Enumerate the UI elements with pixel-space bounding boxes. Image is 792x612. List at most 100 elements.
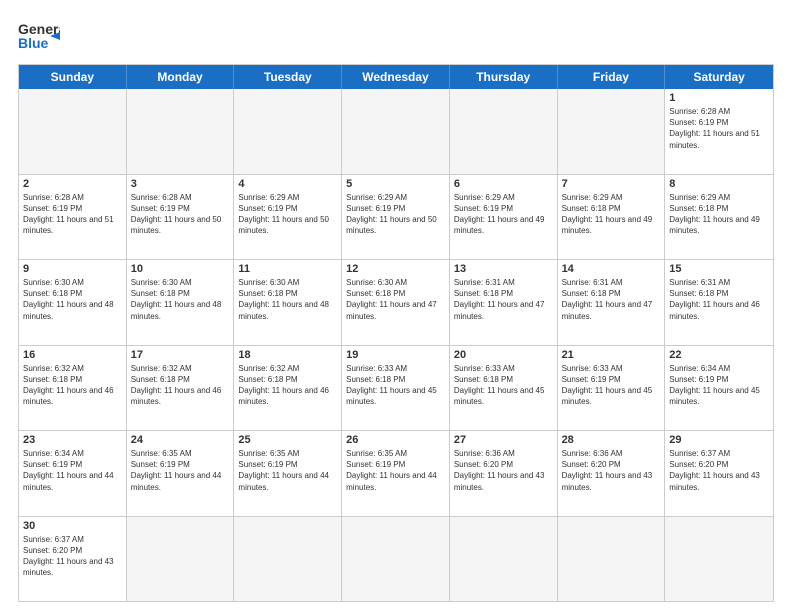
day-info: Sunrise: 6:30 AMSunset: 6:18 PMDaylight:… [23,277,122,322]
calendar-row: 30Sunrise: 6:37 AMSunset: 6:20 PMDayligh… [19,516,773,602]
calendar-cell: 19 Sunrise: 6:33 AMSunset: 6:18 PMDayligh… [342,346,450,431]
day-number: 8 [669,178,769,190]
calendar-cell: 24Sunrise: 6:35 AMSunset: 6:19 PMDayligh… [127,431,235,516]
day-info: Sunrise: 6:34 AMSunset: 6:19 PMDaylight:… [23,448,122,493]
day-number: 25 [238,434,337,446]
calendar-cell: 29 Sunrise: 6:37 AMSunset: 6:20 PMDayligh… [665,431,773,516]
calendar-cell: 4 Sunrise: 6:29 AMSunset: 6:19 PMDaylight… [234,175,342,260]
calendar-cell: 11Sunrise: 6:30 AMSunset: 6:18 PMDayligh… [234,260,342,345]
day-info: Sunrise: 6:29 AMSunset: 6:18 PMDaylight:… [669,192,769,237]
weekday-header: Tuesday [234,65,342,89]
day-info: Sunrise: 6:30 AMSunset: 6:18 PMDaylight:… [238,277,337,322]
calendar-cell [665,517,773,602]
day-info: Sunrise: 6:30 AMSunset: 6:18 PMDaylight:… [131,277,230,322]
calendar-cell [450,517,558,602]
day-number: 29 [669,434,769,446]
calendar-cell: 21 Sunrise: 6:33 AMSunset: 6:19 PMDayligh… [558,346,666,431]
day-info: Sunrise: 6:35 AMSunset: 6:19 PMDaylight:… [131,448,230,493]
day-info: Sunrise: 6:37 AMSunset: 6:20 PMDaylight:… [669,448,769,493]
calendar-cell [19,89,127,174]
day-info: Sunrise: 6:28 AMSunset: 6:19 PMDaylight:… [131,192,230,237]
weekday-header: Thursday [450,65,558,89]
calendar-cell [127,517,235,602]
day-number: 12 [346,263,445,275]
calendar-cell: 7 Sunrise: 6:29 AMSunset: 6:18 PMDaylight… [558,175,666,260]
day-info: Sunrise: 6:32 AMSunset: 6:18 PMDaylight:… [23,363,122,408]
calendar-cell: 17Sunrise: 6:32 AMSunset: 6:18 PMDayligh… [127,346,235,431]
day-number: 27 [454,434,553,446]
calendar-cell [234,517,342,602]
day-info: Sunrise: 6:35 AMSunset: 6:19 PMDaylight:… [238,448,337,493]
day-number: 9 [23,263,122,275]
day-number: 6 [454,178,553,190]
day-number: 15 [669,263,769,275]
day-info: Sunrise: 6:28 AMSunset: 6:19 PMDaylight:… [23,192,122,237]
day-info: Sunrise: 6:29 AMSunset: 6:19 PMDaylight:… [238,192,337,237]
day-number: 14 [562,263,661,275]
day-number: 13 [454,263,553,275]
svg-text:Blue: Blue [18,35,49,51]
calendar-cell: 22 Sunrise: 6:34 AMSunset: 6:19 PMDayligh… [665,346,773,431]
calendar-cell: 20Sunrise: 6:33 AMSunset: 6:18 PMDayligh… [450,346,558,431]
day-number: 1 [669,92,769,104]
day-number: 30 [23,520,122,532]
calendar-cell: 14 Sunrise: 6:31 AMSunset: 6:18 PMDayligh… [558,260,666,345]
weekday-header: Friday [558,65,666,89]
day-number: 20 [454,349,553,361]
calendar-header: SundayMondayTuesdayWednesdayThursdayFrid… [19,65,773,89]
day-info: Sunrise: 6:28 AMSunset: 6:19 PMDaylight:… [669,106,769,151]
logo-icon: General Blue [18,18,60,54]
calendar-cell [558,517,666,602]
calendar-cell [342,89,450,174]
day-info: Sunrise: 6:29 AMSunset: 6:19 PMDaylight:… [346,192,445,237]
day-info: Sunrise: 6:31 AMSunset: 6:18 PMDaylight:… [454,277,553,322]
calendar-cell: 10 Sunrise: 6:30 AMSunset: 6:18 PMDayligh… [127,260,235,345]
day-number: 7 [562,178,661,190]
day-number: 28 [562,434,661,446]
day-info: Sunrise: 6:31 AMSunset: 6:18 PMDaylight:… [669,277,769,322]
calendar-row: 1 Sunrise: 6:28 AMSunset: 6:19 PMDaylight… [19,89,773,174]
calendar-cell [450,89,558,174]
calendar-row: 23 Sunrise: 6:34 AMSunset: 6:19 PMDayligh… [19,430,773,516]
weekday-header: Monday [127,65,235,89]
calendar-cell [558,89,666,174]
calendar-cell: 12Sunrise: 6:30 AMSunset: 6:18 PMDayligh… [342,260,450,345]
calendar-cell: 8 Sunrise: 6:29 AMSunset: 6:18 PMDaylight… [665,175,773,260]
calendar-cell: 6Sunrise: 6:29 AMSunset: 6:19 PMDaylight… [450,175,558,260]
day-number: 26 [346,434,445,446]
calendar-cell: 27 Sunrise: 6:36 AMSunset: 6:20 PMDayligh… [450,431,558,516]
day-number: 5 [346,178,445,190]
day-number: 4 [238,178,337,190]
calendar-cell: 2Sunrise: 6:28 AMSunset: 6:19 PMDaylight… [19,175,127,260]
logo: General Blue [18,18,60,54]
day-info: Sunrise: 6:34 AMSunset: 6:19 PMDaylight:… [669,363,769,408]
calendar-cell: 3 Sunrise: 6:28 AMSunset: 6:19 PMDaylight… [127,175,235,260]
day-number: 23 [23,434,122,446]
calendar-cell: 23 Sunrise: 6:34 AMSunset: 6:19 PMDayligh… [19,431,127,516]
day-number: 21 [562,349,661,361]
calendar-body: 1 Sunrise: 6:28 AMSunset: 6:19 PMDaylight… [19,89,773,601]
day-info: Sunrise: 6:31 AMSunset: 6:18 PMDaylight:… [562,277,661,322]
weekday-header: Sunday [19,65,127,89]
day-number: 18 [238,349,337,361]
calendar-cell: 25 Sunrise: 6:35 AMSunset: 6:19 PMDayligh… [234,431,342,516]
day-number: 3 [131,178,230,190]
header: General Blue [18,18,774,54]
day-info: Sunrise: 6:32 AMSunset: 6:18 PMDaylight:… [238,363,337,408]
day-info: Sunrise: 6:29 AMSunset: 6:18 PMDaylight:… [562,192,661,237]
calendar-cell [234,89,342,174]
calendar-cell: 28 Sunrise: 6:36 AMSunset: 6:20 PMDayligh… [558,431,666,516]
day-info: Sunrise: 6:33 AMSunset: 6:19 PMDaylight:… [562,363,661,408]
day-number: 16 [23,349,122,361]
day-info: Sunrise: 6:36 AMSunset: 6:20 PMDaylight:… [562,448,661,493]
day-info: Sunrise: 6:33 AMSunset: 6:18 PMDaylight:… [346,363,445,408]
calendar-cell: 26Sunrise: 6:35 AMSunset: 6:19 PMDayligh… [342,431,450,516]
calendar-row: 9 Sunrise: 6:30 AMSunset: 6:18 PMDaylight… [19,259,773,345]
day-number: 10 [131,263,230,275]
day-number: 19 [346,349,445,361]
weekday-header: Wednesday [342,65,450,89]
calendar-row: 16 Sunrise: 6:32 AMSunset: 6:18 PMDayligh… [19,345,773,431]
calendar-row: 2Sunrise: 6:28 AMSunset: 6:19 PMDaylight… [19,174,773,260]
day-info: Sunrise: 6:36 AMSunset: 6:20 PMDaylight:… [454,448,553,493]
day-number: 22 [669,349,769,361]
